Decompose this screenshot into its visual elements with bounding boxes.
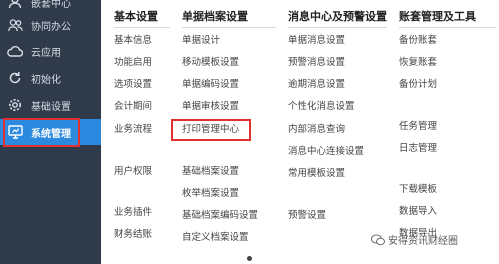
gear-icon <box>7 97 23 113</box>
menu-item-doc-audit[interactable]: 单据审核设置 <box>182 101 239 113</box>
mega-menu: 基本设置 单据档案设置 消息中心及预警设置 账套管理及工具 基本信息 功能启用 … <box>101 0 499 264</box>
sidebar-item-label: 嵌套中心 <box>31 0 71 10</box>
divider <box>288 27 387 28</box>
sidebar-item-label: 初始化 <box>31 74 61 86</box>
menu-item-alert-settings[interactable]: 预警设置 <box>288 210 326 222</box>
menu-item-log-management[interactable]: 日志管理 <box>399 143 437 155</box>
people-icon <box>7 17 23 33</box>
watermark: 安得资讯财经圈 <box>371 232 458 247</box>
menu-item-custom-message[interactable]: 个性化消息设置 <box>288 101 355 113</box>
menu-item-enum-archive[interactable]: 枚举档案设置 <box>182 188 239 200</box>
column-title-message-center: 消息中心及预警设置 <box>288 10 387 23</box>
sidebar-item-2[interactable]: 云应用 <box>0 38 101 64</box>
divider <box>114 27 170 28</box>
menu-item-accounting-period[interactable]: 会计期间 <box>114 101 152 113</box>
menu-item-backup-account[interactable]: 备份账套 <box>399 35 437 47</box>
menu-item-options[interactable]: 选项设置 <box>114 79 152 91</box>
menu-item-message-connection[interactable]: 消息中心连接设置 <box>288 146 364 158</box>
highlight-box <box>3 118 80 147</box>
menu-item-download-template[interactable]: 下载模板 <box>399 184 437 196</box>
menu-item-data-import[interactable]: 数据导入 <box>399 206 437 218</box>
cloud-icon <box>7 43 23 59</box>
sidebar-item-4[interactable]: 基础设置 <box>0 92 101 118</box>
menu-item-backup-plan[interactable]: 备份计划 <box>399 79 437 91</box>
menu-item-user-permissions[interactable]: 用户权限 <box>114 166 152 178</box>
watermark-text: 安得资讯财经圈 <box>388 236 458 247</box>
menu-item-business-plugin[interactable]: 业务插件 <box>114 207 152 219</box>
menu-item-alert-message[interactable]: 预警消息设置 <box>288 57 345 69</box>
menu-item-task-management[interactable]: 任务管理 <box>399 121 437 133</box>
menu-item-overdue-message[interactable]: 逾期消息设置 <box>288 79 345 91</box>
divider <box>399 27 496 28</box>
highlight-box <box>171 119 251 141</box>
sidebar-item-1[interactable]: 协同办公 <box>0 12 101 38</box>
column-title-account-tools: 账套管理及工具 <box>399 10 476 23</box>
menu-item-basic-archive[interactable]: 基础档案设置 <box>182 166 239 178</box>
menu-item-doc-numbering[interactable]: 单据编码设置 <box>182 79 239 91</box>
menu-item-basic-info[interactable]: 基本信息 <box>114 35 152 47</box>
divider <box>182 27 276 28</box>
menu-item-internal-message[interactable]: 内部消息查询 <box>288 124 345 136</box>
menu-item-archive-numbering[interactable]: 基础档案编码设置 <box>182 210 258 222</box>
menu-item-mobile-template[interactable]: 移动模板设置 <box>182 57 239 69</box>
page-indicator-dot <box>247 256 252 261</box>
sidebar-item-label: 基础设置 <box>31 101 71 113</box>
column-title-basic-settings: 基本设置 <box>114 10 158 23</box>
menu-item-common-template[interactable]: 常用模板设置 <box>288 168 345 180</box>
sidebar-item-label: 云应用 <box>31 47 61 59</box>
person-icon <box>7 0 23 10</box>
column-title-doc-archive-settings: 单据档案设置 <box>182 10 248 23</box>
sidebar-item-3[interactable]: 初始化 <box>0 65 101 91</box>
menu-item-doc-message[interactable]: 单据消息设置 <box>288 35 345 47</box>
refresh-icon <box>7 70 23 86</box>
sidebar-item-label: 协同办公 <box>31 21 71 33</box>
menu-item-custom-archive[interactable]: 自定义档案设置 <box>182 232 249 244</box>
menu-item-financial-close[interactable]: 财务结账 <box>114 229 152 241</box>
wechat-icon <box>371 234 385 245</box>
menu-item-restore-account[interactable]: 恢复账套 <box>399 57 437 69</box>
sidebar: 嵌套中心 协同办公 云应用 初始化 基础设置 系统管理 <box>0 0 109 264</box>
menu-item-feature-enable[interactable]: 功能启用 <box>114 57 152 69</box>
menu-item-doc-design[interactable]: 单据设计 <box>182 35 220 47</box>
menu-item-business-flow[interactable]: 业务流程 <box>114 124 152 136</box>
